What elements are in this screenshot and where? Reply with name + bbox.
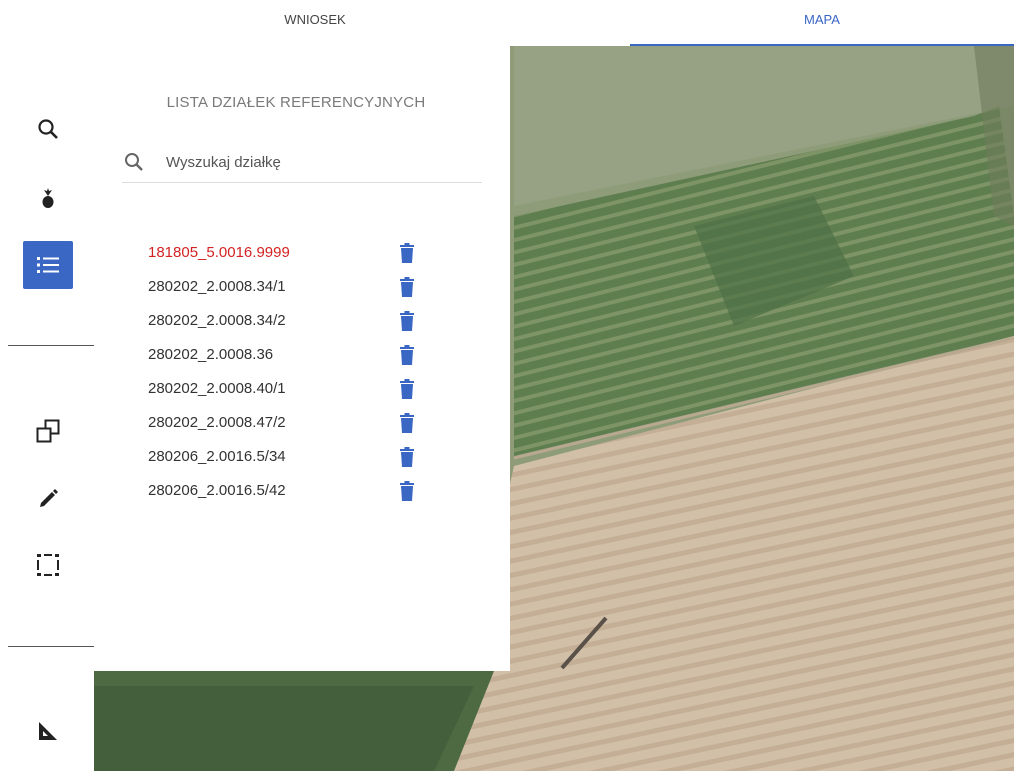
parcel-list-item: 280202_2.0008.36 [94, 338, 510, 372]
pencil-icon [38, 489, 58, 509]
copy-tool-button[interactable] [23, 408, 73, 454]
map-toolbar [0, 46, 94, 771]
parcel-label[interactable]: 280202_2.0008.40/1 [148, 380, 286, 397]
parcel-list-item: 280202_2.0008.34/2 [94, 304, 510, 338]
tab-mapa[interactable]: MAPA [630, 0, 1014, 44]
active-tab-indicator [630, 44, 1014, 46]
list-icon [37, 256, 59, 274]
trash-icon[interactable] [400, 379, 414, 404]
reference-parcels-panel: LISTA DZIAŁEK REFERENCYJNYCH 181805_5.00… [94, 46, 510, 671]
ruler-triangle-icon [38, 721, 58, 741]
parcel-list-item: 280202_2.0008.40/1 [94, 372, 510, 406]
trash-icon[interactable] [400, 277, 414, 302]
select-area-tool-button[interactable] [23, 542, 73, 588]
parcel-label[interactable]: 280202_2.0008.34/1 [148, 278, 286, 295]
parcel-label[interactable]: 280206_2.0016.5/42 [148, 482, 286, 499]
parcel-list-item: 280206_2.0016.5/34 [94, 440, 510, 474]
parcel-label[interactable]: 280202_2.0008.47/2 [148, 414, 286, 431]
parcel-label[interactable]: 280206_2.0016.5/34 [148, 448, 286, 465]
plant-tool-button[interactable] [23, 176, 73, 222]
parcel-list-item: 280202_2.0008.47/2 [94, 406, 510, 440]
trash-icon[interactable] [400, 413, 414, 438]
list-tool-button[interactable] [23, 241, 73, 289]
trash-icon[interactable] [400, 345, 414, 370]
parcel-label[interactable]: 280202_2.0008.36 [148, 346, 273, 363]
parcel-list-item: 280202_2.0008.34/1 [94, 270, 510, 304]
search-icon [37, 118, 59, 140]
top-tabs: WNIOSEK MAPA [0, 0, 1014, 46]
parcel-search [122, 146, 482, 183]
measure-tool-button[interactable] [23, 708, 73, 754]
trash-icon[interactable] [400, 481, 414, 506]
toolbar-divider [8, 646, 94, 647]
search-icon [124, 152, 144, 177]
draw-tool-button[interactable] [23, 476, 73, 522]
parcel-list-item: 181805_5.0016.9999 [94, 236, 510, 270]
selection-box-icon [37, 554, 59, 576]
panel-title: LISTA DZIAŁEK REFERENCYJNYCH [166, 94, 426, 111]
trash-icon[interactable] [400, 311, 414, 336]
plant-icon [40, 188, 56, 210]
parcel-label[interactable]: 181805_5.0016.9999 [148, 244, 290, 261]
search-tool-button[interactable] [23, 106, 73, 152]
parcel-list-item: 280206_2.0016.5/42 [94, 474, 510, 508]
trash-icon[interactable] [400, 243, 414, 268]
toolbar-divider [8, 345, 94, 346]
trash-icon[interactable] [400, 447, 414, 472]
parcel-search-input[interactable] [166, 150, 466, 174]
tab-wniosek[interactable]: WNIOSEK [0, 0, 630, 44]
parcel-label[interactable]: 280202_2.0008.34/2 [148, 312, 286, 329]
copy-square-icon [36, 419, 60, 443]
